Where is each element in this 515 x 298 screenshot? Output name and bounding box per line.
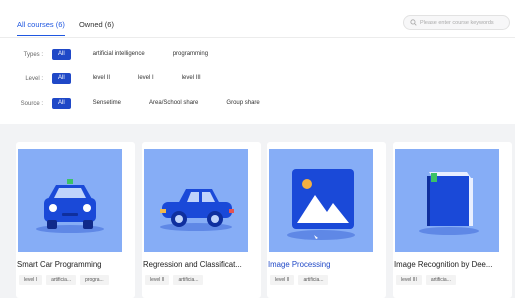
course-title: Smart Car Programming: [17, 260, 102, 269]
filter-source: Source : All Sensetime Area/School share…: [0, 98, 282, 109]
search-input[interactable]: Please enter course keywords: [403, 15, 510, 30]
filter-types-all[interactable]: All: [52, 49, 71, 60]
filter-level-iii[interactable]: level III: [176, 73, 207, 84]
filter-level-all[interactable]: All: [52, 73, 71, 84]
course-thumbnail: [144, 149, 248, 252]
image-icon: [287, 169, 355, 240]
tab-all-courses[interactable]: All courses (6): [17, 20, 65, 36]
course-title: Regression and Classificat...: [143, 260, 242, 269]
course-title: Image Recognition by Dee...: [394, 260, 493, 269]
course-tag: level III: [396, 275, 422, 285]
search-icon: [410, 19, 417, 26]
course-tags: level I artificia... progra...: [19, 275, 109, 285]
course-tag: level I: [19, 275, 43, 285]
course-thumbnail: [269, 149, 373, 252]
course-tags: level III artificia...: [396, 275, 456, 285]
course-thumbnail: [395, 149, 499, 252]
course-tag: artificia...: [425, 275, 456, 285]
filter-source-area-school[interactable]: Area/School share: [143, 98, 204, 109]
course-card[interactable]: Image Processing level II artificia...: [267, 142, 386, 298]
course-card[interactable]: Image Recognition by Dee... level III ar…: [393, 142, 512, 298]
car-front-icon: [36, 179, 104, 233]
filter-level-label: Level :: [25, 75, 43, 82]
course-card[interactable]: Regression and Classificat... level II a…: [142, 142, 261, 298]
filter-types: Types : All artificial intelligence prog…: [0, 49, 230, 60]
filter-level: Level : All level II level I level III: [0, 73, 223, 84]
header-divider: [0, 37, 515, 38]
course-tag: artificia...: [298, 275, 329, 285]
course-page: All courses (6) Owned (6) Please enter c…: [0, 0, 515, 298]
course-tags: level II artificia...: [145, 275, 204, 285]
course-thumbnail: [18, 149, 122, 252]
book-icon: [419, 172, 479, 235]
course-tag: level II: [270, 275, 295, 285]
filter-source-group[interactable]: Group share: [220, 98, 265, 109]
course-tags: level II artificia...: [270, 275, 329, 285]
course-tag: artificia...: [46, 275, 77, 285]
filter-types-ai[interactable]: artificial intelligence: [87, 49, 151, 60]
course-card[interactable]: Smart Car Programming level I artificia.…: [16, 142, 135, 298]
filter-level-ii[interactable]: level II: [87, 73, 116, 84]
filter-level-i[interactable]: level I: [132, 73, 160, 84]
filter-source-sensetime[interactable]: Sensetime: [87, 98, 127, 109]
filter-source-label: Source :: [20, 100, 43, 107]
course-tag: progra...: [80, 275, 109, 285]
search-placeholder: Please enter course keywords: [420, 19, 494, 26]
filter-source-all[interactable]: All: [52, 98, 71, 109]
course-title: Image Processing: [268, 260, 331, 269]
car-side-icon: [160, 189, 234, 231]
filter-types-label: Types :: [23, 51, 43, 58]
tab-owned[interactable]: Owned (6): [79, 20, 114, 36]
filter-types-programming[interactable]: programming: [167, 49, 214, 60]
course-tag: artificia...: [173, 275, 204, 285]
course-tag: level II: [145, 275, 170, 285]
